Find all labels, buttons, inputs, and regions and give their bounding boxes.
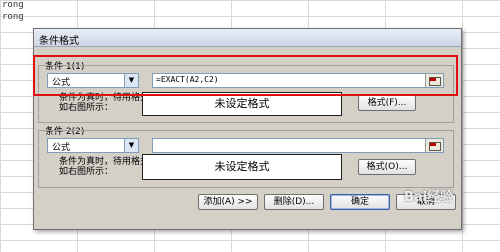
baidu-jingyan-watermark: Bai经验 — [404, 190, 454, 205]
add-button[interactable]: 添加(A) >> — [198, 194, 258, 210]
condition-2-format-preview: 未设定格式 — [142, 154, 342, 180]
cell-a2[interactable]: rong — [2, 12, 24, 22]
condition-1-description: 条件为真时，待用格式如右图所示： — [59, 93, 150, 113]
ok-button[interactable]: 确定 — [330, 194, 390, 210]
condition-2-formula-input[interactable] — [152, 138, 444, 153]
condition-1-format-button[interactable]: 格式(F)... — [358, 95, 416, 111]
dialog-title: 条件格式 — [39, 36, 79, 47]
range-picker-icon[interactable] — [425, 139, 443, 152]
condition-2-type-select[interactable]: 公式 ▼ — [47, 138, 139, 153]
condition-2-type-value: 公式 — [52, 143, 71, 153]
chevron-down-icon[interactable]: ▼ — [124, 139, 138, 152]
condition-1-highlight-box — [33, 55, 458, 96]
condition-2-description: 条件为真时，待用格式如右图所示： — [59, 157, 150, 177]
condition-2-format-button[interactable]: 格式(O)... — [358, 159, 416, 175]
delete-button[interactable]: 删除(D)... — [264, 194, 324, 210]
dialog-titlebar[interactable]: 条件格式 — [34, 29, 461, 47]
cell-a1[interactable]: rong — [2, 0, 24, 10]
